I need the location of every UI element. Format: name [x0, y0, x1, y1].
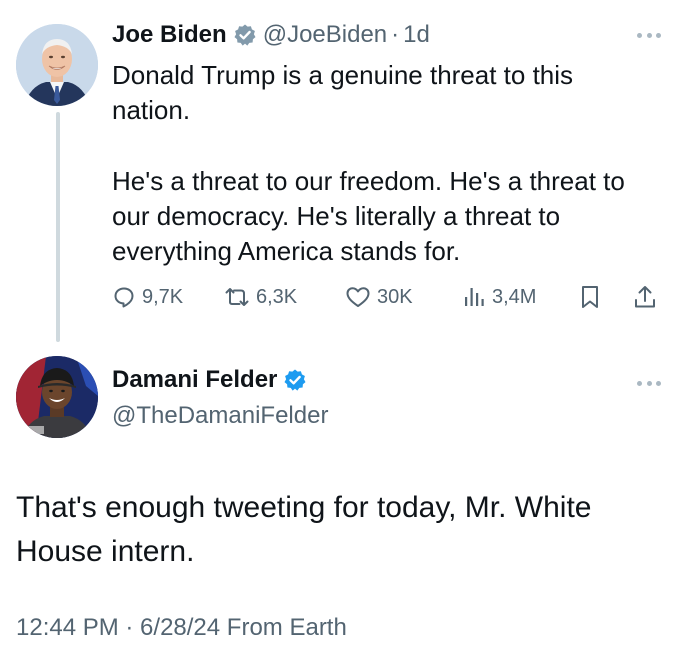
tweet-text: That's enough tweeting for today, Mr. Wh… [16, 491, 592, 568]
share-button[interactable] [632, 282, 658, 312]
tweet-text: Donald Trump is a genuine threat to this… [112, 58, 652, 269]
bookmark-button[interactable] [578, 282, 602, 312]
avatar-portrait-image [16, 24, 98, 106]
avatar[interactable] [16, 24, 98, 106]
views-count: 3,4M [492, 285, 537, 308]
tweet-action-bar: 9,7K 6,3K 30K 3,4M [112, 282, 662, 312]
tweet-time[interactable]: 1d [403, 21, 430, 49]
like-count: 30K [377, 285, 413, 308]
tweet-text-paragraph: He's a threat to our freedom. He's a thr… [112, 166, 625, 266]
tweet-header: Joe Biden @JoeBiden · 1d [112, 20, 430, 50]
views-button[interactable]: 3,4M [462, 282, 536, 312]
author-name[interactable]: Joe Biden [112, 21, 227, 49]
reply-button[interactable]: 9,7K [112, 282, 183, 312]
repost-button[interactable]: 6,3K [224, 282, 297, 312]
views-chart-icon [465, 288, 484, 306]
more-options-icon[interactable] [637, 30, 661, 40]
avatar[interactable] [16, 356, 98, 438]
heart-icon [346, 287, 370, 307]
bookmark-icon [582, 286, 598, 308]
author-handle[interactable]: @JoeBiden [263, 21, 387, 49]
avatar-portrait-image [16, 356, 98, 438]
repost-count: 6,3K [256, 285, 298, 308]
separator-dot: · [391, 21, 400, 48]
more-options-icon[interactable] [637, 378, 661, 388]
verified-badge-icon[interactable] [233, 23, 257, 47]
thread-connector-line [56, 112, 60, 342]
share-icon [635, 286, 655, 308]
author-handle[interactable]: @TheDamaniFelder [112, 402, 328, 430]
tweet-joe-biden: Joe Biden @JoeBiden · 1d Donald Trump is… [0, 0, 680, 342]
author-name[interactable]: Damani Felder [112, 366, 277, 394]
reply-icon [114, 287, 134, 308]
reply-count: 9,7K [142, 285, 184, 308]
tweet-timestamp[interactable]: 12:44 PM · 6/28/24 From Earth [16, 614, 347, 642]
tweet-text-paragraph: Donald Trump is a genuine threat to this… [112, 60, 574, 125]
repost-icon [225, 288, 249, 306]
tweet-header: Damani Felder [112, 366, 307, 394]
verified-badge-icon[interactable] [283, 368, 307, 392]
like-button[interactable]: 30K [345, 282, 413, 312]
